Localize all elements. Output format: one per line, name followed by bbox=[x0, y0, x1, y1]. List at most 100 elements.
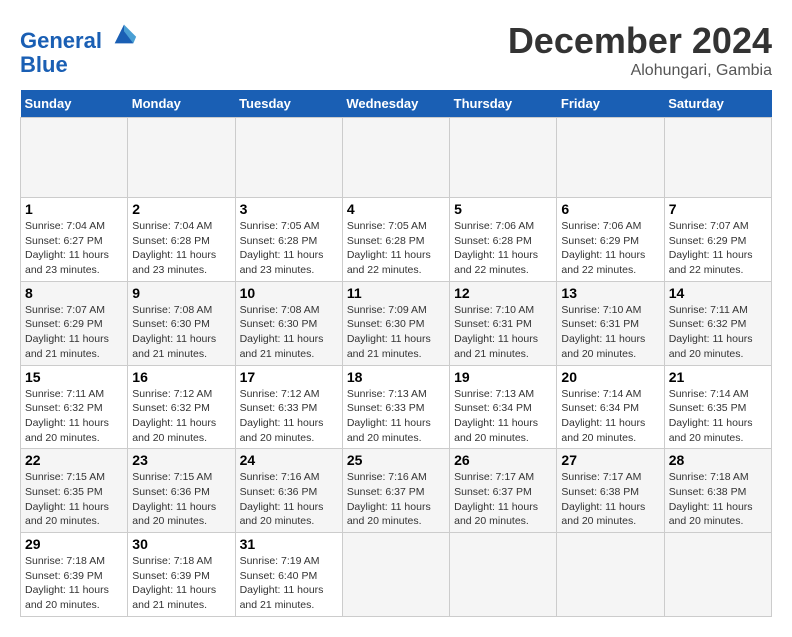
day-number: 9 bbox=[132, 285, 230, 301]
day-info: Sunrise: 7:16 AMSunset: 6:37 PMDaylight:… bbox=[347, 470, 445, 529]
day-info: Sunrise: 7:18 AMSunset: 6:39 PMDaylight:… bbox=[132, 554, 230, 613]
day-cell: 24 Sunrise: 7:16 AMSunset: 6:36 PMDayligh… bbox=[235, 449, 342, 533]
day-number: 24 bbox=[240, 452, 338, 468]
day-info: Sunrise: 7:04 AMSunset: 6:27 PMDaylight:… bbox=[25, 219, 123, 278]
day-number: 18 bbox=[347, 369, 445, 385]
day-cell: 4 Sunrise: 7:05 AMSunset: 6:28 PMDaylight… bbox=[342, 198, 449, 282]
day-number: 17 bbox=[240, 369, 338, 385]
day-cell: 21Sunrise: 7:14 AMSunset: 6:35 PMDayligh… bbox=[664, 365, 771, 449]
day-cell: 11Sunrise: 7:09 AMSunset: 6:30 PMDayligh… bbox=[342, 281, 449, 365]
week-row-3: 8 Sunrise: 7:07 AMSunset: 6:29 PMDaylight… bbox=[21, 281, 772, 365]
day-number: 2 bbox=[132, 201, 230, 217]
day-number: 7 bbox=[669, 201, 767, 217]
day-info: Sunrise: 7:13 AMSunset: 6:33 PMDaylight:… bbox=[347, 387, 445, 446]
day-cell: 18 Sunrise: 7:13 AMSunset: 6:33 PMDayligh… bbox=[342, 365, 449, 449]
logo-icon bbox=[110, 20, 138, 48]
day-cell bbox=[342, 118, 449, 198]
day-info: Sunrise: 7:19 AMSunset: 6:40 PMDaylight:… bbox=[240, 554, 338, 613]
day-number: 31 bbox=[240, 536, 338, 552]
day-cell bbox=[557, 118, 664, 198]
day-info: Sunrise: 7:16 AMSunset: 6:36 PMDaylight:… bbox=[240, 470, 338, 529]
week-row-2: 1 Sunrise: 7:04 AMSunset: 6:27 PMDaylight… bbox=[21, 198, 772, 282]
day-number: 12 bbox=[454, 285, 552, 301]
week-row-1 bbox=[21, 118, 772, 198]
day-info: Sunrise: 7:12 AMSunset: 6:33 PMDaylight:… bbox=[240, 387, 338, 446]
day-number: 6 bbox=[561, 201, 659, 217]
day-info: Sunrise: 7:18 AMSunset: 6:39 PMDaylight:… bbox=[25, 554, 123, 613]
day-info: Sunrise: 7:09 AMSunset: 6:30 PMDaylight:… bbox=[347, 303, 445, 362]
day-cell: 6Sunrise: 7:06 AMSunset: 6:29 PMDaylight… bbox=[557, 198, 664, 282]
day-number: 28 bbox=[669, 452, 767, 468]
day-cell bbox=[450, 533, 557, 617]
title-block: December 2024 Alohungari, Gambia bbox=[508, 20, 772, 80]
day-number: 25 bbox=[347, 452, 445, 468]
logo-text: General bbox=[20, 20, 138, 53]
day-info: Sunrise: 7:15 AMSunset: 6:36 PMDaylight:… bbox=[132, 470, 230, 529]
day-number: 26 bbox=[454, 452, 552, 468]
day-cell bbox=[128, 118, 235, 198]
day-cell: 22Sunrise: 7:15 AMSunset: 6:35 PMDayligh… bbox=[21, 449, 128, 533]
day-info: Sunrise: 7:07 AMSunset: 6:29 PMDaylight:… bbox=[25, 303, 123, 362]
day-number: 8 bbox=[25, 285, 123, 301]
day-info: Sunrise: 7:05 AMSunset: 6:28 PMDaylight:… bbox=[347, 219, 445, 278]
day-info: Sunrise: 7:07 AMSunset: 6:29 PMDaylight:… bbox=[669, 219, 767, 278]
day-info: Sunrise: 7:12 AMSunset: 6:32 PMDaylight:… bbox=[132, 387, 230, 446]
day-cell: 1 Sunrise: 7:04 AMSunset: 6:27 PMDaylight… bbox=[21, 198, 128, 282]
day-cell bbox=[557, 533, 664, 617]
day-cell bbox=[235, 118, 342, 198]
day-info: Sunrise: 7:05 AMSunset: 6:28 PMDaylight:… bbox=[240, 219, 338, 278]
day-number: 13 bbox=[561, 285, 659, 301]
logo-blue: Blue bbox=[20, 53, 138, 77]
day-cell: 9 Sunrise: 7:08 AMSunset: 6:30 PMDaylight… bbox=[128, 281, 235, 365]
day-cell: 20Sunrise: 7:14 AMSunset: 6:34 PMDayligh… bbox=[557, 365, 664, 449]
day-cell bbox=[342, 533, 449, 617]
days-header-row: SundayMondayTuesdayWednesdayThursdayFrid… bbox=[21, 90, 772, 118]
day-number: 20 bbox=[561, 369, 659, 385]
day-cell: 28 Sunrise: 7:18 AMSunset: 6:38 PMDayligh… bbox=[664, 449, 771, 533]
day-info: Sunrise: 7:06 AMSunset: 6:28 PMDaylight:… bbox=[454, 219, 552, 278]
day-info: Sunrise: 7:17 AMSunset: 6:37 PMDaylight:… bbox=[454, 470, 552, 529]
day-cell bbox=[664, 533, 771, 617]
day-cell: 2 Sunrise: 7:04 AMSunset: 6:28 PMDaylight… bbox=[128, 198, 235, 282]
day-cell: 12 Sunrise: 7:10 AMSunset: 6:31 PMDayligh… bbox=[450, 281, 557, 365]
month-title: December 2024 bbox=[508, 20, 772, 62]
day-cell: 25 Sunrise: 7:16 AMSunset: 6:37 PMDayligh… bbox=[342, 449, 449, 533]
day-info: Sunrise: 7:08 AMSunset: 6:30 PMDaylight:… bbox=[240, 303, 338, 362]
calendar-table: SundayMondayTuesdayWednesdayThursdayFrid… bbox=[20, 90, 772, 617]
day-number: 19 bbox=[454, 369, 552, 385]
day-cell: 8 Sunrise: 7:07 AMSunset: 6:29 PMDaylight… bbox=[21, 281, 128, 365]
day-cell: 26 Sunrise: 7:17 AMSunset: 6:37 PMDayligh… bbox=[450, 449, 557, 533]
day-info: Sunrise: 7:14 AMSunset: 6:35 PMDaylight:… bbox=[669, 387, 767, 446]
day-header-tuesday: Tuesday bbox=[235, 90, 342, 118]
day-info: Sunrise: 7:10 AMSunset: 6:31 PMDaylight:… bbox=[561, 303, 659, 362]
day-header-friday: Friday bbox=[557, 90, 664, 118]
day-cell: 13 Sunrise: 7:10 AMSunset: 6:31 PMDayligh… bbox=[557, 281, 664, 365]
day-cell: 7 Sunrise: 7:07 AMSunset: 6:29 PMDaylight… bbox=[664, 198, 771, 282]
day-info: Sunrise: 7:15 AMSunset: 6:35 PMDaylight:… bbox=[25, 470, 123, 529]
week-row-4: 15Sunrise: 7:11 AMSunset: 6:32 PMDayligh… bbox=[21, 365, 772, 449]
day-info: Sunrise: 7:11 AMSunset: 6:32 PMDaylight:… bbox=[669, 303, 767, 362]
day-info: Sunrise: 7:10 AMSunset: 6:31 PMDaylight:… bbox=[454, 303, 552, 362]
logo: General Blue bbox=[20, 20, 138, 77]
day-cell: 19Sunrise: 7:13 AMSunset: 6:34 PMDayligh… bbox=[450, 365, 557, 449]
day-info: Sunrise: 7:04 AMSunset: 6:28 PMDaylight:… bbox=[132, 219, 230, 278]
day-header-saturday: Saturday bbox=[664, 90, 771, 118]
day-info: Sunrise: 7:08 AMSunset: 6:30 PMDaylight:… bbox=[132, 303, 230, 362]
day-header-wednesday: Wednesday bbox=[342, 90, 449, 118]
day-cell: 3 Sunrise: 7:05 AMSunset: 6:28 PMDaylight… bbox=[235, 198, 342, 282]
day-info: Sunrise: 7:18 AMSunset: 6:38 PMDaylight:… bbox=[669, 470, 767, 529]
day-number: 14 bbox=[669, 285, 767, 301]
day-header-monday: Monday bbox=[128, 90, 235, 118]
day-number: 1 bbox=[25, 201, 123, 217]
day-number: 29 bbox=[25, 536, 123, 552]
day-cell: 29 Sunrise: 7:18 AMSunset: 6:39 PMDayligh… bbox=[21, 533, 128, 617]
day-cell: 31 Sunrise: 7:19 AMSunset: 6:40 PMDayligh… bbox=[235, 533, 342, 617]
day-number: 4 bbox=[347, 201, 445, 217]
day-number: 30 bbox=[132, 536, 230, 552]
day-cell: 23Sunrise: 7:15 AMSunset: 6:36 PMDayligh… bbox=[128, 449, 235, 533]
page-header: General Blue December 2024 Alohungari, G… bbox=[20, 20, 772, 80]
day-cell: 16Sunrise: 7:12 AMSunset: 6:32 PMDayligh… bbox=[128, 365, 235, 449]
day-cell: 30 Sunrise: 7:18 AMSunset: 6:39 PMDayligh… bbox=[128, 533, 235, 617]
day-number: 3 bbox=[240, 201, 338, 217]
day-cell: 17 Sunrise: 7:12 AMSunset: 6:33 PMDayligh… bbox=[235, 365, 342, 449]
